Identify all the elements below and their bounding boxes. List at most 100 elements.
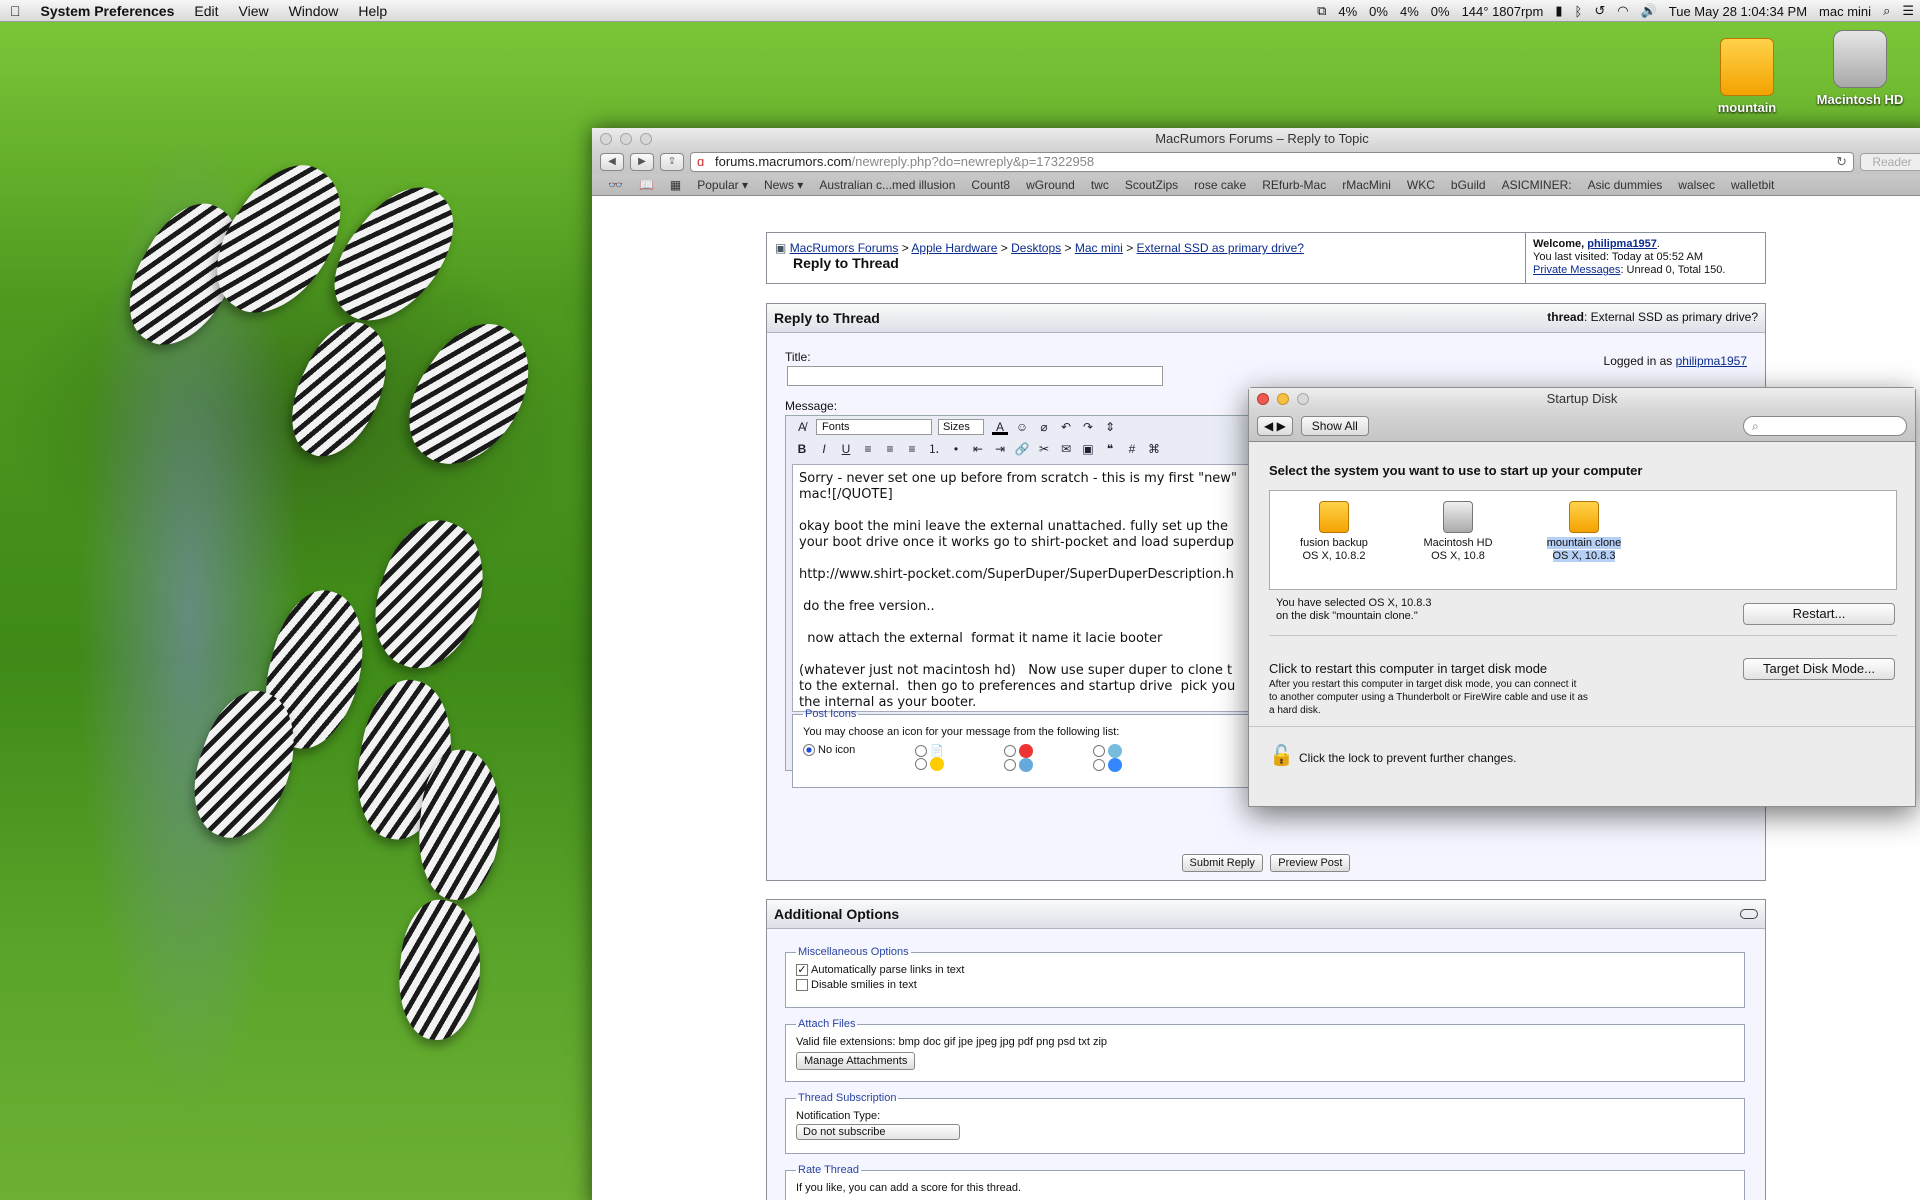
close-icon[interactable] bbox=[600, 133, 612, 145]
cpu-stat[interactable]: 0% bbox=[1363, 4, 1394, 19]
bookmarks-icon[interactable]: 📖 bbox=[631, 178, 662, 192]
cpu-stat[interactable]: 4% bbox=[1394, 4, 1425, 19]
back-icon[interactable]: ◀ ▶ bbox=[1257, 415, 1293, 436]
bookmark-item[interactable]: rose cake bbox=[1186, 178, 1254, 192]
italic-icon[interactable]: I bbox=[816, 441, 832, 457]
user-name[interactable]: mac mini bbox=[1813, 4, 1877, 19]
quote-icon[interactable]: ❝ bbox=[1102, 441, 1118, 457]
menu-view[interactable]: View bbox=[229, 3, 279, 19]
bookmark-item[interactable]: walsec bbox=[1670, 178, 1723, 192]
post-icon-option[interactable] bbox=[1093, 744, 1123, 772]
submit-reply-button[interactable]: Submit Reply bbox=[1181, 854, 1263, 872]
radio[interactable] bbox=[1093, 745, 1106, 757]
volume-icon[interactable]: 🔊 bbox=[1635, 3, 1663, 19]
spotlight-icon[interactable]: ⌕ bbox=[1877, 3, 1896, 19]
no-icon-option[interactable]: No icon bbox=[803, 744, 855, 772]
smilies-icon[interactable]: ☺ bbox=[1014, 419, 1030, 435]
undo-icon[interactable]: ↶ bbox=[1058, 419, 1074, 435]
insert-link-icon[interactable]: 🔗 bbox=[1014, 441, 1030, 457]
notification-select[interactable]: Do not subscribe bbox=[796, 1124, 960, 1140]
align-center-icon[interactable]: ≡ bbox=[882, 441, 898, 457]
attach-icon[interactable]: ⌀ bbox=[1036, 419, 1052, 435]
reader-button[interactable]: Reader bbox=[1860, 153, 1920, 171]
size-select[interactable]: Sizes bbox=[938, 419, 984, 435]
battery-icon[interactable]: ▮ bbox=[1549, 3, 1568, 19]
menu-edit[interactable]: Edit bbox=[184, 3, 228, 19]
bluetooth-icon[interactable]: ᛒ bbox=[1569, 4, 1589, 19]
bold-icon[interactable]: B bbox=[794, 441, 810, 457]
minimize-icon[interactable] bbox=[620, 133, 632, 145]
menu-app-name[interactable]: System Preferences bbox=[31, 3, 185, 19]
bookmark-item[interactable]: twc bbox=[1083, 178, 1117, 192]
outdent-icon[interactable]: ⇤ bbox=[970, 441, 986, 457]
html-code-icon[interactable]: ⌘ bbox=[1146, 441, 1162, 457]
close-icon[interactable] bbox=[1257, 393, 1269, 405]
notification-icon[interactable]: ☰ bbox=[1896, 3, 1920, 19]
bookmark-item[interactable]: Popular ▾ bbox=[689, 178, 756, 192]
address-bar[interactable]: ɑ forums.macrumors.com/newreply.php?do=n… bbox=[690, 152, 1854, 172]
disable-smilies-checkbox[interactable] bbox=[796, 979, 808, 992]
manage-attachments-button[interactable]: Manage Attachments bbox=[796, 1052, 916, 1070]
bookmark-item[interactable]: Count8 bbox=[963, 178, 1018, 192]
unordered-list-icon[interactable]: • bbox=[948, 441, 964, 457]
unlocked-lock-icon[interactable]: 🔓 bbox=[1269, 743, 1294, 767]
bookmark-item[interactable]: ScoutZips bbox=[1117, 178, 1186, 192]
desktop-disk-macintosh-hd[interactable]: Macintosh HD bbox=[1805, 30, 1915, 107]
desktop-disk-mountain[interactable]: mountain bbox=[1692, 38, 1802, 115]
bookmark-item[interactable]: Asic dummies bbox=[1580, 178, 1671, 192]
disk-fusion-backup[interactable]: fusion backup OS X, 10.8.2 bbox=[1274, 501, 1394, 563]
search-field[interactable]: ⌕ bbox=[1743, 415, 1907, 436]
text-color-icon[interactable]: A bbox=[992, 419, 1008, 435]
bookmark-item[interactable]: rMacMini bbox=[1334, 178, 1399, 192]
indent-icon[interactable]: ⇥ bbox=[992, 441, 1008, 457]
remove-format-icon[interactable]: A̸ bbox=[794, 419, 810, 435]
zoom-icon[interactable] bbox=[1297, 393, 1309, 405]
email-icon[interactable]: ✉ bbox=[1058, 441, 1074, 457]
menu-window[interactable]: Window bbox=[279, 3, 349, 19]
back-icon[interactable]: ◀ bbox=[600, 153, 624, 171]
bookmark-item[interactable]: walletbit bbox=[1723, 178, 1782, 192]
bookmark-item[interactable]: REfurb-Mac bbox=[1254, 178, 1334, 192]
align-right-icon[interactable]: ≡ bbox=[904, 441, 920, 457]
preview-post-button[interactable]: Preview Post bbox=[1270, 854, 1351, 872]
radio[interactable] bbox=[1093, 759, 1106, 771]
share-icon[interactable]: ⇪ bbox=[660, 153, 684, 171]
clock[interactable]: Tue May 28 1:04:34 PM bbox=[1663, 4, 1813, 19]
radio[interactable] bbox=[915, 758, 928, 771]
disk-macintosh-hd[interactable]: Macintosh HD OS X, 10.8 bbox=[1398, 501, 1518, 563]
radio-selected[interactable] bbox=[803, 744, 815, 757]
parse-links-checkbox[interactable]: ✓ bbox=[796, 964, 808, 977]
redo-icon[interactable]: ↷ bbox=[1080, 419, 1096, 435]
title-input[interactable] bbox=[787, 366, 1163, 386]
font-select[interactable]: Fonts bbox=[816, 419, 932, 435]
bookmark-item[interactable]: ASICMINER: bbox=[1494, 178, 1580, 192]
cpu-stat[interactable]: 0% bbox=[1425, 4, 1456, 19]
reading-list-icon[interactable]: 👓 bbox=[600, 178, 631, 192]
align-left-icon[interactable]: ≡ bbox=[860, 441, 876, 457]
remove-link-icon[interactable]: ✂ bbox=[1036, 441, 1052, 457]
radio[interactable] bbox=[1004, 745, 1017, 757]
bookmark-item[interactable]: Australian c...med illusion bbox=[811, 178, 963, 192]
apple-menu-icon[interactable]:  bbox=[0, 3, 31, 19]
breadcrumb-link[interactable]: External SSD as primary drive? bbox=[1137, 241, 1304, 255]
zoom-icon[interactable] bbox=[640, 133, 652, 145]
username-link[interactable]: philipma1957 bbox=[1587, 238, 1657, 250]
bookmark-item[interactable]: WKC bbox=[1399, 178, 1443, 192]
ordered-list-icon[interactable]: ⒈ bbox=[926, 441, 942, 457]
resize-icon[interactable]: ⇕ bbox=[1102, 419, 1118, 435]
breadcrumb-link[interactable]: Apple Hardware bbox=[911, 241, 997, 255]
minimize-icon[interactable] bbox=[1277, 393, 1289, 405]
image-icon[interactable]: ▣ bbox=[1080, 441, 1096, 457]
top-sites-icon[interactable]: ▦ bbox=[662, 178, 689, 192]
forward-icon[interactable]: ▶ bbox=[630, 153, 654, 171]
underline-icon[interactable]: U bbox=[838, 441, 854, 457]
bookmark-item[interactable]: wGround bbox=[1018, 178, 1083, 192]
bookmark-item[interactable]: bGuild bbox=[1443, 178, 1494, 192]
temp-fan-stat[interactable]: 144° 1807rpm bbox=[1456, 4, 1550, 19]
breadcrumb-link[interactable]: Desktops bbox=[1011, 241, 1061, 255]
disk-mountain-clone[interactable]: mountain clone OS X, 10.8.3 bbox=[1524, 501, 1644, 563]
show-all-button[interactable]: Show All bbox=[1300, 415, 1369, 436]
pm-link[interactable]: Private Messages bbox=[1533, 264, 1620, 276]
post-icon-option[interactable] bbox=[1004, 744, 1034, 772]
menu-help[interactable]: Help bbox=[348, 3, 397, 19]
